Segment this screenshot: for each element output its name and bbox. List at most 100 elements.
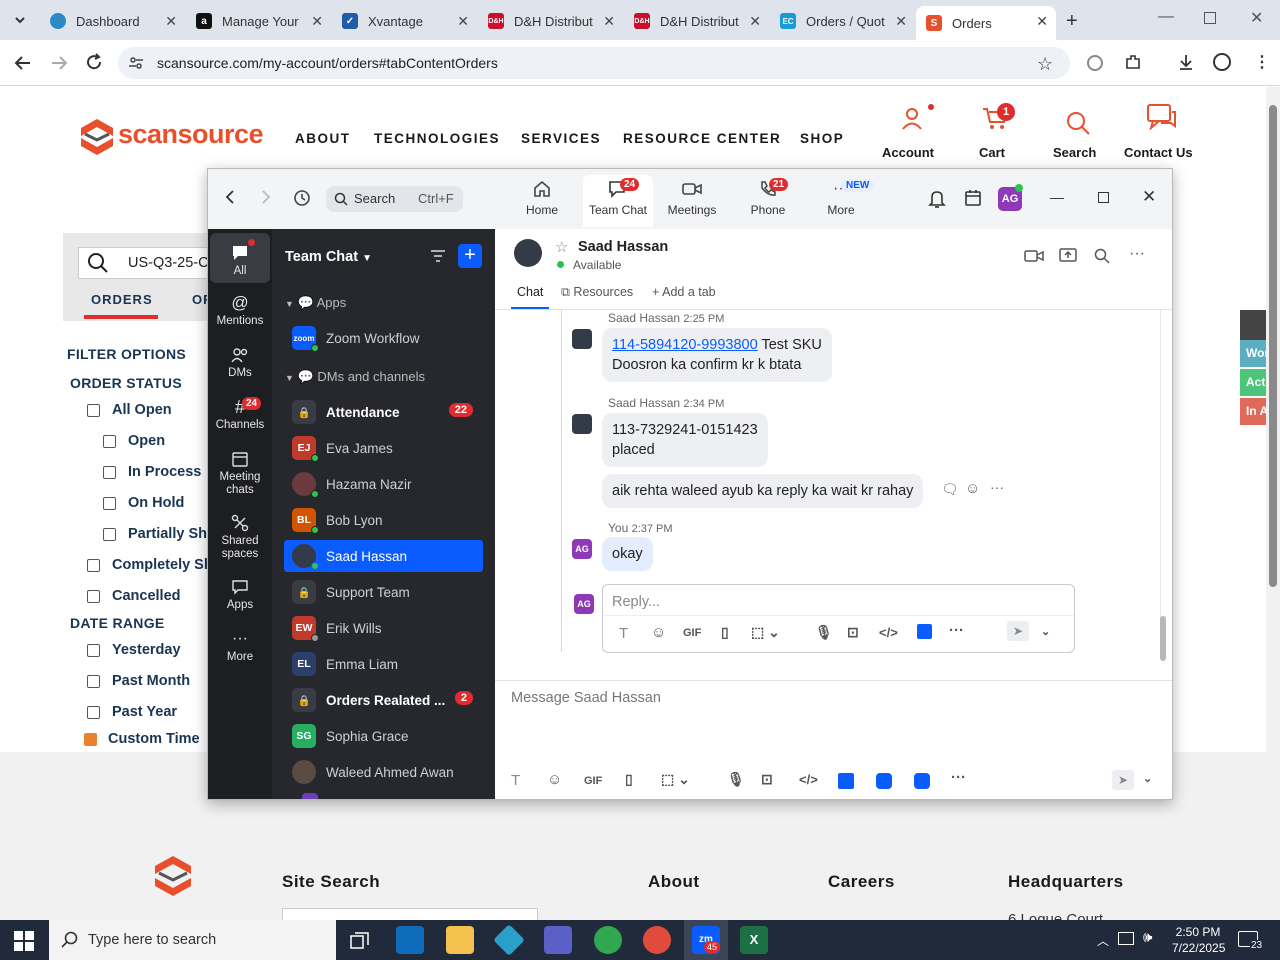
order-search-icon[interactable] [87,252,109,274]
nav-shop[interactable]: SHOP [800,131,844,146]
chrome-icon[interactable] [594,926,622,954]
message-bubble[interactable]: okay [602,537,653,571]
apps-section-header[interactable]: ▼ 💬 Apps [285,295,346,311]
header-contact[interactable]: Contact Us [1124,145,1193,160]
nav-resource-center[interactable]: RESOURCE CENTER [623,131,781,146]
rail-mentions[interactable]: @ Mentions [210,291,270,327]
status-on-hold[interactable]: On Hold [103,495,184,511]
contact-chat-icon[interactable] [1147,104,1177,130]
new-tab-button[interactable]: + [1066,10,1078,33]
thread-reply-box[interactable]: Reply... T ☺ GIF ▯ ⬚ ⌄ 🎙 ⊡ </> ··· ➤ ⌄ [602,584,1075,653]
footer-about[interactable]: About [648,872,700,892]
browser-tab-dh-1[interactable]: D&H D&H Distribut ✕ [478,6,623,36]
taskbar-search-box[interactable]: Type here to search [49,920,336,960]
url-text[interactable]: scansource.com/my-account/orders#tabCont… [157,55,498,71]
checkbox[interactable] [103,465,116,479]
chevron-down-icon[interactable]: ⌄ [1041,625,1050,638]
zoom-close-icon[interactable]: ✕ [1142,187,1156,207]
status-in-process[interactable]: In Process [103,464,201,480]
browser-tab-xvantage[interactable]: ✓ Xvantage ✕ [332,6,477,36]
header-account[interactable]: Account [882,145,934,160]
rail-meeting-chats[interactable]: Meeting chats [210,447,270,497]
emoji-reaction-icon[interactable]: ☺ [965,480,980,497]
list-item-bob-lyon[interactable]: BL Bob Lyon [284,504,483,536]
message-bubble[interactable]: aik rehta waleed ayub ka reply ka wait k… [602,474,924,508]
microphone-icon[interactable]: 🎙 [815,624,833,641]
zoom-nav-phone[interactable]: Phone 21 [733,175,803,227]
list-item-hazama-nazir[interactable]: Hazama Nazir [284,468,483,500]
checkbox[interactable] [87,705,100,719]
menu-kebab-icon[interactable]: ⋮ [1254,52,1270,72]
chat-search-icon[interactable] [1094,248,1110,264]
bookmark-star-icon[interactable]: ☆ [1037,54,1053,75]
nav-services[interactable]: SERVICES [521,131,601,146]
chrome-profile-icon[interactable] [643,926,671,954]
list-item-orders-realated[interactable]: 🔒 Orders Realated ... 2 [284,684,483,716]
gif-icon[interactable]: GIF [584,775,602,787]
date-past-year[interactable]: Past Year [87,704,177,720]
nav-about[interactable]: ABOUT [295,131,351,146]
list-item-saad-hassan[interactable]: Saad Hassan [284,540,483,572]
zoom-nav-meetings[interactable]: Meetings [657,175,727,227]
status-completely-shipped[interactable]: Completely Sh [87,557,213,573]
minimize-icon[interactable]: — [1158,8,1174,26]
rail-channels[interactable]: # Channels 24 [210,395,270,432]
site-info-icon[interactable] [128,55,144,71]
close-icon[interactable]: ✕ [1036,13,1048,30]
order-link[interactable]: 114-5894120-9993800 [612,337,758,353]
browser-tab-dh-2[interactable]: D&H D&H Distribut ✕ [624,6,769,36]
tab-search-button[interactable] [10,10,30,30]
file-icon[interactable]: ▯ [625,771,633,788]
list-item-zoom-workflow[interactable]: zoom Zoom Workflow [284,322,483,354]
zoom-nav-more[interactable]: ··· More NEW [806,175,876,227]
format-text-icon[interactable]: T [511,772,520,789]
list-item-attendance[interactable]: 🔒 Attendance 22 [284,396,483,428]
extension-globe-icon[interactable] [1087,55,1103,71]
zoom-minimize-icon[interactable]: — [1050,189,1064,205]
rail-dms[interactable]: DMs [210,343,270,379]
tab-resources[interactable]: ⧉ Resources [561,285,633,300]
app-integration-icon[interactable] [914,773,930,789]
zoom-nav-home[interactable]: Home [507,175,577,227]
list-item-support-team[interactable]: 🔒 Support Team [284,576,483,608]
nav-technologies[interactable]: TECHNOLOGIES [374,131,500,146]
file-explorer-icon[interactable] [446,926,474,954]
app-integration-icon[interactable] [917,624,932,639]
footer-search-input[interactable] [282,908,538,920]
zoom-search-input[interactable]: Search Ctrl+F [326,186,463,212]
tab-chat[interactable]: Chat [517,285,543,299]
excel-icon[interactable]: X [740,926,768,954]
gif-icon[interactable]: GIF [683,627,701,639]
taskbar-clock[interactable]: 2:50 PM 7/22/2025 [1172,924,1225,956]
checkbox[interactable] [87,558,100,572]
notification-bell-icon[interactable] [928,189,946,209]
rail-all[interactable]: All [210,233,270,283]
footer-careers[interactable]: Careers [828,872,895,892]
site-logo-text[interactable]: scansource [118,119,264,150]
message-input[interactable]: Message Saad Hassan [511,690,661,706]
download-icon[interactable] [1177,53,1195,71]
browser-tab-amazon[interactable]: a Manage Your ✕ [186,6,331,36]
teams-icon[interactable] [544,926,572,954]
app-integration-icon[interactable] [838,773,854,789]
share-screen-icon[interactable] [1059,248,1077,264]
browser-tab-orders[interactable]: S Orders ✕ [916,6,1056,40]
task-view-icon[interactable] [350,931,370,949]
zoom-back-icon[interactable] [224,189,236,205]
tab-add[interactable]: + Add a tab [652,285,716,299]
date-past-month[interactable]: Past Month [87,673,190,689]
header-search-icon[interactable] [1065,110,1091,136]
zoom-maximize-icon[interactable] [1098,192,1109,203]
list-item-emma-liam[interactable]: EL Emma Liam [284,648,483,680]
zoom-forward-icon[interactable] [260,189,272,205]
account-icon[interactable] [900,106,924,130]
calendar-icon[interactable] [964,189,982,207]
emoji-icon[interactable]: ☺ [547,771,562,788]
chat-scrollbar-thumb[interactable] [1160,616,1166,661]
tray-chevron-up-icon[interactable]: ︿ [1097,932,1109,949]
back-icon[interactable] [14,54,32,72]
favorite-star-icon[interactable]: ☆ [555,238,568,256]
status-all-open[interactable]: All Open [87,402,172,418]
history-icon[interactable] [293,189,311,207]
chevron-down-icon[interactable]: ⌄ [1143,772,1152,785]
